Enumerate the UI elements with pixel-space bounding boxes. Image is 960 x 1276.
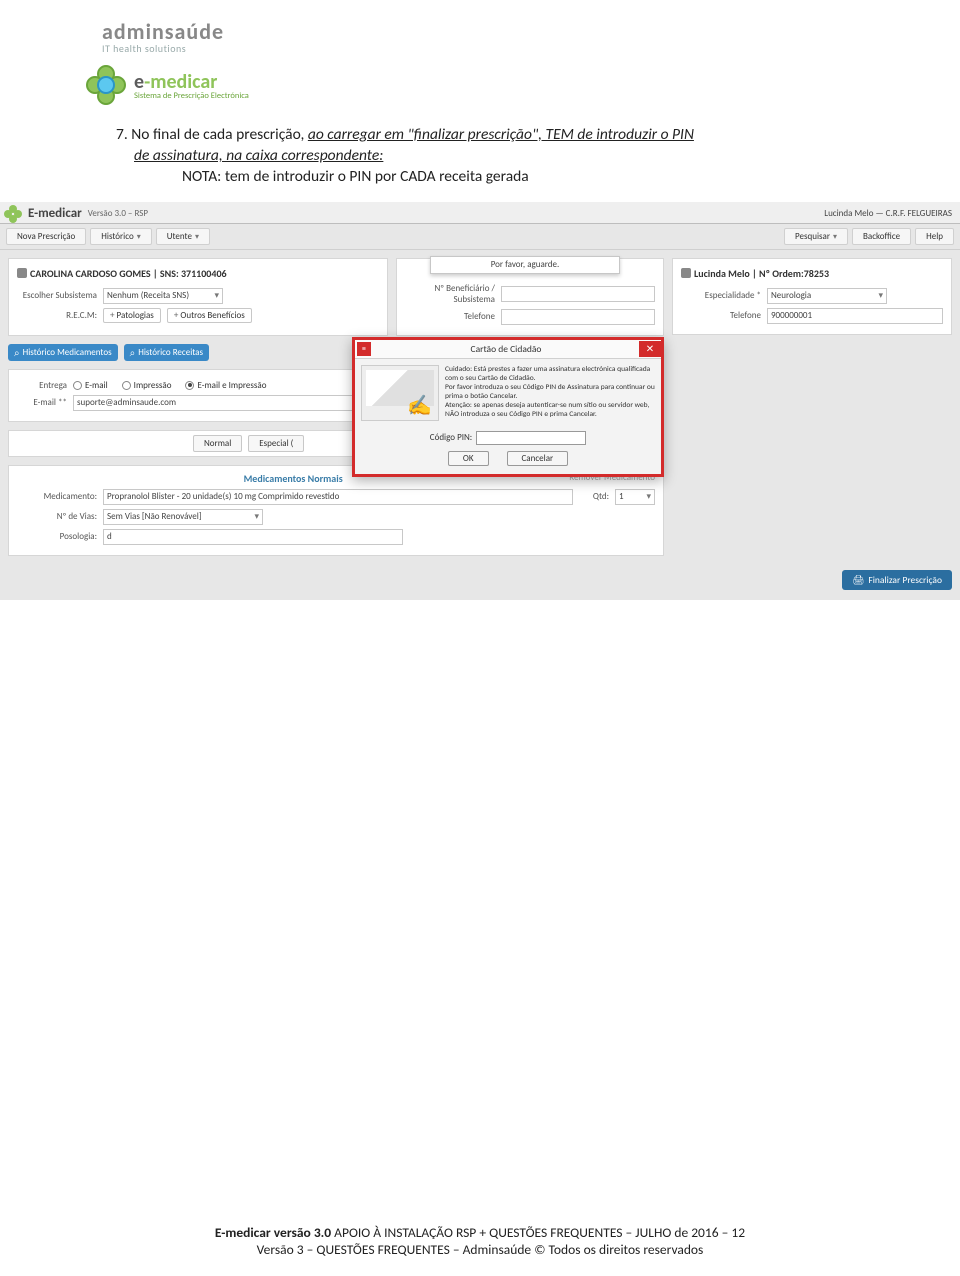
doctor-telefone-label: Telefone <box>681 310 761 321</box>
menu-historico[interactable]: Histórico▾ <box>90 228 151 245</box>
subsistema-select[interactable]: Nenhum (Receita SNS) <box>103 288 223 304</box>
medicamentos-panel: Remover Medicamento Medicamentos Normais… <box>8 465 664 556</box>
app-user: Lucinda Melo — C.R.F. FELGUEIRAS <box>824 208 952 219</box>
vias-label: Nº de Vias: <box>17 511 97 522</box>
emedicar-logo: e-medicar Sistema de Prescrição Electrón… <box>86 65 924 105</box>
app-version: Versão 3.0 – RSP <box>88 208 148 219</box>
emedicar-name: -medicar <box>144 70 217 94</box>
emedicar-icon <box>86 65 126 105</box>
instruction-underline2: de assinatura, na caixa correspondente: <box>134 146 383 165</box>
patient-header: CAROLINA CARDOSO GOMES | SNS: 371100406 <box>30 267 227 280</box>
patologias-chip[interactable]: Patologias <box>103 308 161 323</box>
dialog-cancel-button[interactable]: Cancelar <box>507 451 569 466</box>
dialog-sys-icon: ≡ <box>357 342 371 356</box>
subsistema-label: Escolher Subsistema <box>17 290 97 301</box>
pin-label: Código PIN: <box>430 432 472 443</box>
doctor-telefone-input[interactable]: 900000001 <box>767 308 943 324</box>
person-icon <box>17 268 27 278</box>
page-footer: E-medicar versão 3.0 APOIO À INSTALAÇÃO … <box>0 1224 960 1258</box>
emedicar-e: e <box>134 70 144 94</box>
instruction-underline1: ao carregar em "finalizar prescrição", T… <box>308 125 694 144</box>
instruction-text: 7. No final de cada prescrição, ao carre… <box>116 125 896 188</box>
menu-nova-prescricao[interactable]: Nova Prescrição <box>6 228 86 245</box>
beneficiario-input[interactable] <box>501 286 655 302</box>
beneficiario-label: Nº Beneficiário / Subsistema <box>405 283 495 305</box>
dialog-ok-button[interactable]: OK <box>448 451 489 466</box>
emedicar-tagline: Sistema de Prescrição Electrónica <box>134 91 249 101</box>
vias-select[interactable]: Sem Vias [Não Renovável] <box>103 509 263 525</box>
doctor-panel: Lucinda Melo | Nº Ordem:78253 Especialid… <box>672 258 952 335</box>
instruction-pre: No final de cada prescrição, <box>131 125 308 144</box>
outros-beneficios-chip[interactable]: Outros Benefícios <box>167 308 252 323</box>
historico-receitas-button[interactable]: Histórico Receitas <box>124 344 209 361</box>
adminsaude-name: adminsaúde <box>102 18 224 45</box>
especialidade-select[interactable]: Neurologia <box>767 288 887 304</box>
finalizar-prescricao-button[interactable]: 🖨 Finalizar Prescrição <box>842 570 952 590</box>
telefone-input[interactable] <box>501 309 655 325</box>
entrega-impressao-radio[interactable]: Impressão <box>122 380 172 391</box>
instruction-note: NOTA: tem de introduzir o PIN por CADA r… <box>182 167 896 188</box>
entrega-label: Entrega <box>17 380 67 391</box>
pin-input[interactable] <box>476 431 586 445</box>
menu-pesquisar[interactable]: Pesquisar▾ <box>784 228 848 245</box>
posologia-label: Posologia: <box>17 531 97 542</box>
pin-dialog: ≡ Cartão de Cidadão ✕ Cuidado: Está pres… <box>352 337 664 477</box>
qtd-label: Qtd: <box>579 491 609 502</box>
telefone-label: Telefone <box>405 311 495 322</box>
footer-line2: Versão 3 – QUESTÕES FREQUENTES – Adminsa… <box>0 1241 960 1258</box>
app-title: E-medicar <box>28 206 82 221</box>
app-menu: Nova Prescrição Histórico▾ Utente▾ Pesqu… <box>0 224 960 250</box>
app-screenshot: E-medicar Versão 3.0 – RSP Lucinda Melo … <box>0 202 960 600</box>
dialog-close-button[interactable]: ✕ <box>639 341 661 357</box>
app-header: E-medicar Versão 3.0 – RSP Lucinda Melo … <box>0 202 960 224</box>
footer-line1: APOIO À INSTALAÇÃO RSP + QUESTÕES FREQUE… <box>334 1224 745 1241</box>
menu-backoffice[interactable]: Backoffice <box>852 228 911 245</box>
recm-label: R.E.C.M: <box>17 310 97 321</box>
entrega-email-impressao-radio[interactable]: E-mail e Impressão <box>185 380 266 391</box>
qtd-select[interactable]: 1 <box>615 489 655 505</box>
app-logo-icon <box>4 205 22 223</box>
person-icon <box>681 268 691 278</box>
doctor-header: Lucinda Melo | Nº Ordem:78253 <box>694 267 829 280</box>
seg-especial[interactable]: Especial ( <box>248 435 304 452</box>
seg-normal[interactable]: Normal <box>193 435 242 452</box>
medicamento-label: Medicamento: <box>17 491 97 502</box>
list-number: 7. <box>116 125 128 144</box>
menu-help[interactable]: Help <box>915 228 954 245</box>
email-label: E-mail ** <box>17 397 67 408</box>
patient-panel: CAROLINA CARDOSO GOMES | SNS: 371100406 … <box>8 258 388 336</box>
dialog-message: Cuidado: Está prestes a fazer uma assina… <box>445 365 655 421</box>
especialidade-label: Especialidade * <box>681 290 761 301</box>
adminsaude-logo: adminsaúde IT health solutions <box>102 18 924 55</box>
footer-bold: E-medicar versão 3.0 <box>215 1224 334 1241</box>
dialog-title: Cartão de Cidadão <box>373 341 639 357</box>
historico-medicamentos-button[interactable]: Histórico Medicamentos <box>8 344 118 361</box>
aguarde-toast: Por favor, aguarde. <box>430 256 620 274</box>
card-signature-icon <box>361 365 439 421</box>
menu-utente[interactable]: Utente▾ <box>156 228 210 245</box>
posologia-input[interactable]: d <box>103 529 403 545</box>
entrega-email-radio[interactable]: E-mail <box>73 380 108 391</box>
medicamento-input[interactable]: Propranolol Blister - 20 unidade(s) 10 m… <box>103 489 573 505</box>
adminsaude-tagline: IT health solutions <box>102 42 186 55</box>
